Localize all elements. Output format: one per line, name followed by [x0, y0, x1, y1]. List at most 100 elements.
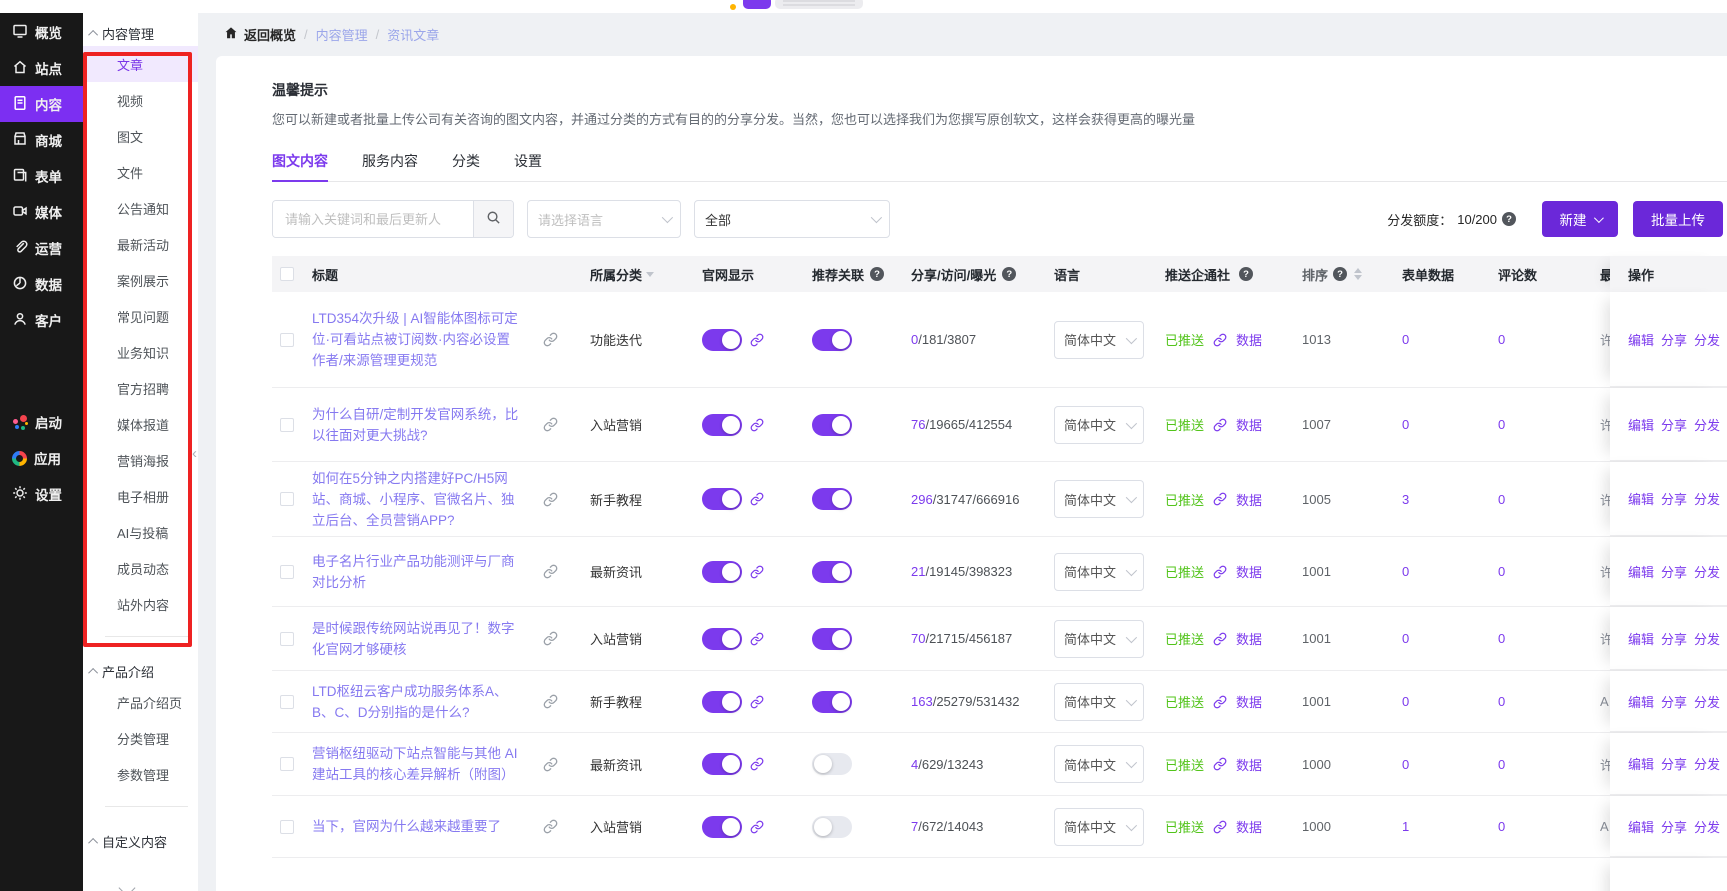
- site-show-toggle[interactable]: [702, 691, 742, 713]
- select-all-checkbox[interactable]: [280, 267, 294, 281]
- subnav-item[interactable]: 案例展示: [83, 262, 198, 298]
- article-title-link[interactable]: 电子名片行业产品功能测评与厂商对比分析: [312, 551, 522, 593]
- subnav-item[interactable]: 文章: [83, 46, 198, 82]
- article-title-link[interactable]: LTD354次升级 | AI智能体图标可定位·可看站点被订阅数·内容必设置作者/…: [312, 308, 522, 371]
- recommend-toggle[interactable]: [812, 691, 852, 713]
- edit-action[interactable]: 编辑: [1628, 754, 1654, 773]
- comment-count[interactable]: 0: [1498, 564, 1505, 579]
- recommend-toggle[interactable]: [812, 628, 852, 650]
- subnav-item[interactable]: 文件: [83, 154, 198, 190]
- tab-image-text-content[interactable]: 图文内容: [272, 140, 328, 181]
- distribute-action[interactable]: 分发: [1694, 817, 1720, 836]
- help-icon[interactable]: [1333, 267, 1347, 281]
- comment-count[interactable]: 0: [1498, 819, 1505, 834]
- rail-item-data[interactable]: 数据: [0, 266, 83, 302]
- subnav-item[interactable]: 公告通知: [83, 190, 198, 226]
- subnav-item[interactable]: 成员动态: [83, 550, 198, 586]
- distribute-action[interactable]: 分发: [1694, 489, 1720, 508]
- edit-action[interactable]: 编辑: [1628, 629, 1654, 648]
- push-data-link[interactable]: 数据: [1236, 629, 1262, 648]
- row-checkbox[interactable]: [280, 333, 294, 347]
- comment-count[interactable]: 0: [1498, 332, 1505, 347]
- row-checkbox[interactable]: [280, 632, 294, 646]
- distribute-action[interactable]: 分发: [1694, 629, 1720, 648]
- rail-item-forms[interactable]: 表单: [0, 158, 83, 194]
- new-button[interactable]: 新建: [1542, 201, 1618, 237]
- breadcrumb-home[interactable]: 返回概览: [224, 25, 296, 44]
- rail-item-overview[interactable]: 概览: [0, 14, 83, 50]
- site-show-toggle[interactable]: [702, 628, 742, 650]
- bulk-upload-button[interactable]: 批量上传: [1633, 201, 1723, 237]
- push-link-icon[interactable]: [1213, 418, 1227, 432]
- row-checkbox[interactable]: [280, 820, 294, 834]
- share-action[interactable]: 分享: [1661, 415, 1687, 434]
- row-language-select[interactable]: 简体中文: [1054, 480, 1144, 518]
- recommend-toggle[interactable]: [812, 329, 852, 351]
- comment-count[interactable]: 0: [1498, 417, 1505, 432]
- article-link-icon[interactable]: [543, 564, 558, 579]
- subnav-group-product-intro[interactable]: 产品介绍: [83, 661, 198, 681]
- push-data-link[interactable]: 数据: [1236, 692, 1262, 711]
- scope-filter-select[interactable]: 全部: [694, 200, 890, 238]
- form-data-count[interactable]: 0: [1402, 564, 1409, 579]
- rail-item-operation[interactable]: 运营: [0, 230, 83, 266]
- comment-count[interactable]: 0: [1498, 757, 1505, 772]
- site-link-icon[interactable]: [750, 632, 764, 646]
- subnav-item[interactable]: 图文: [83, 118, 198, 154]
- form-data-count[interactable]: 0: [1402, 417, 1409, 432]
- recommend-toggle[interactable]: [812, 561, 852, 583]
- subnav-item[interactable]: 媒体报道: [83, 406, 198, 442]
- sidebar-collapse-handle[interactable]: ‹: [192, 445, 197, 462]
- row-language-select[interactable]: 简体中文: [1054, 745, 1144, 783]
- distribute-action[interactable]: 分发: [1694, 754, 1720, 773]
- article-link-icon[interactable]: [543, 332, 558, 347]
- site-link-icon[interactable]: [750, 820, 764, 834]
- row-checkbox[interactable]: [280, 757, 294, 771]
- breadcrumb-content-management[interactable]: 内容管理: [316, 25, 368, 44]
- row-language-select[interactable]: 简体中文: [1054, 406, 1144, 444]
- subnav-item[interactable]: 电子相册: [83, 478, 198, 514]
- article-title-link[interactable]: 为什么自研/定制开发官网系统，比以往面对更大挑战?: [312, 404, 522, 446]
- form-data-count[interactable]: 0: [1402, 694, 1409, 709]
- rail-item-sites[interactable]: 站点: [0, 50, 83, 86]
- push-link-icon[interactable]: [1213, 632, 1227, 646]
- subnav-group-content-management[interactable]: 内容管理: [83, 23, 198, 43]
- subnav-item[interactable]: 产品介绍页: [83, 684, 198, 720]
- distribute-action[interactable]: 分发: [1694, 415, 1720, 434]
- push-link-icon[interactable]: [1213, 820, 1227, 834]
- search-input[interactable]: [273, 201, 473, 237]
- push-link-icon[interactable]: [1213, 695, 1227, 709]
- push-data-link[interactable]: 数据: [1236, 330, 1262, 349]
- search-button[interactable]: [473, 201, 513, 237]
- push-data-link[interactable]: 数据: [1236, 415, 1262, 434]
- share-action[interactable]: 分享: [1661, 629, 1687, 648]
- push-data-link[interactable]: 数据: [1236, 490, 1262, 509]
- subnav-item[interactable]: 常见问题: [83, 298, 198, 334]
- header-category[interactable]: 所属分类: [590, 265, 642, 284]
- article-link-icon[interactable]: [543, 819, 558, 834]
- edit-action[interactable]: 编辑: [1628, 489, 1654, 508]
- edit-action[interactable]: 编辑: [1628, 415, 1654, 434]
- site-show-toggle[interactable]: [702, 753, 742, 775]
- rail-item-apps[interactable]: 应用: [0, 440, 83, 476]
- recommend-toggle[interactable]: [812, 753, 852, 775]
- recommend-toggle[interactable]: [812, 816, 852, 838]
- edit-action[interactable]: 编辑: [1628, 330, 1654, 349]
- push-link-icon[interactable]: [1213, 492, 1227, 506]
- article-link-icon[interactable]: [543, 417, 558, 432]
- row-checkbox[interactable]: [280, 418, 294, 432]
- article-title-link[interactable]: 如何在5分钟之内搭建好PC/H5网站、商城、小程序、官微名片、独立后台、全员营销…: [312, 468, 522, 531]
- site-show-toggle[interactable]: [702, 488, 742, 510]
- form-data-count[interactable]: 3: [1402, 492, 1409, 507]
- site-link-icon[interactable]: [750, 757, 764, 771]
- share-action[interactable]: 分享: [1661, 489, 1687, 508]
- site-link-icon[interactable]: [750, 695, 764, 709]
- subnav-item[interactable]: 官方招聘: [83, 370, 198, 406]
- share-action[interactable]: 分享: [1661, 817, 1687, 836]
- article-link-icon[interactable]: [543, 492, 558, 507]
- form-data-count[interactable]: 0: [1402, 757, 1409, 772]
- site-link-icon[interactable]: [750, 492, 764, 506]
- comment-count[interactable]: 0: [1498, 492, 1505, 507]
- help-icon[interactable]: [1239, 267, 1253, 281]
- row-language-select[interactable]: 简体中文: [1054, 620, 1144, 658]
